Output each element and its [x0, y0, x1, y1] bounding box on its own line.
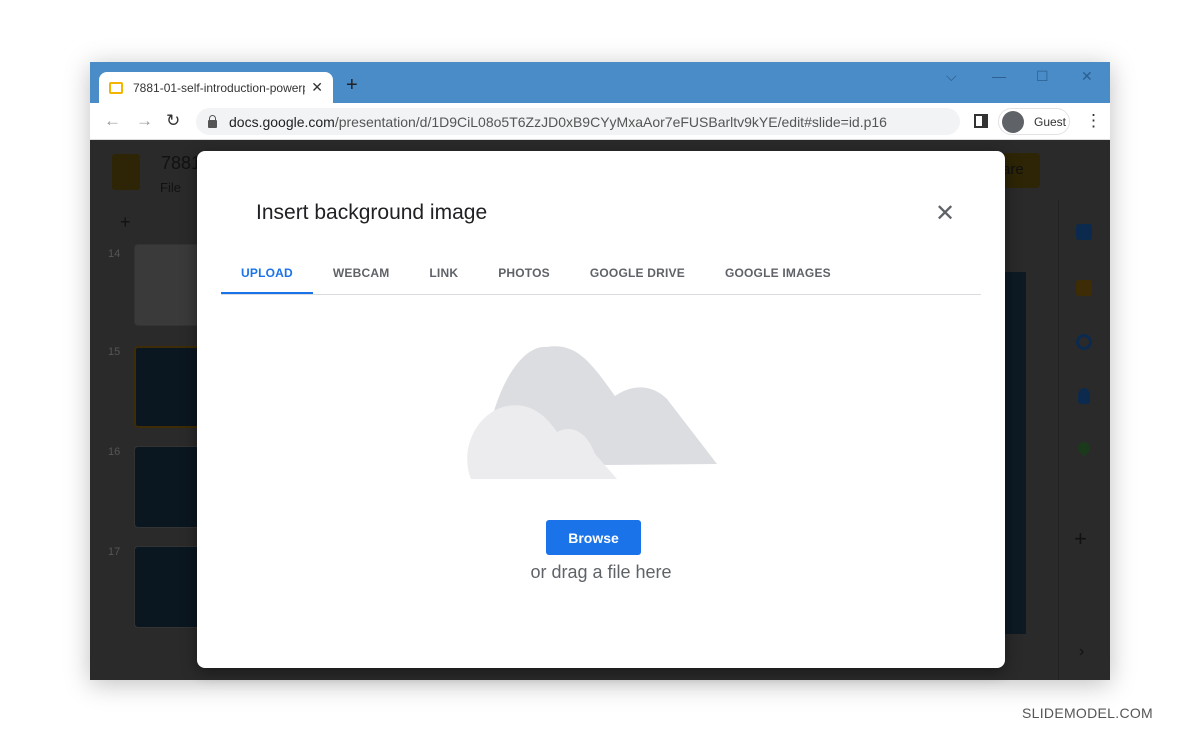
slides-favicon-icon	[109, 81, 123, 94]
slide-thumbnail-selected[interactable]	[134, 346, 204, 428]
tab-upload[interactable]: UPLOAD	[221, 252, 313, 294]
tab-photos[interactable]: PHOTOS	[478, 252, 570, 294]
drag-hint: or drag a file here	[530, 562, 672, 582]
slide-number: 16	[108, 446, 121, 458]
expand-panel-icon[interactable]: ›	[1079, 643, 1084, 661]
add-addon-icon[interactable]: +	[1074, 526, 1087, 552]
close-tab-icon[interactable]: ✕	[311, 79, 323, 96]
contacts-icon[interactable]	[1078, 388, 1090, 404]
doc-title: 7881	[161, 153, 202, 173]
tab-google-images[interactable]: GOOGLE IMAGES	[705, 252, 851, 294]
tasks-icon[interactable]	[1076, 334, 1092, 350]
watermark: SLIDEMODEL.COM	[1022, 705, 1153, 721]
maps-icon[interactable]	[1075, 439, 1093, 457]
minimize-button[interactable]: —	[992, 68, 1006, 84]
tab-search-icon[interactable]: ⌵	[946, 68, 957, 85]
profile-label: Guest	[1034, 114, 1067, 129]
url-domain: docs.google.com	[229, 113, 335, 130]
keep-icon[interactable]	[1076, 280, 1092, 296]
dialog-title: Insert background image	[256, 201, 488, 224]
reload-icon[interactable]: ↻	[166, 111, 180, 131]
tab-webcam[interactable]: WEBCAM	[313, 252, 410, 294]
browser-tab[interactable]: 7881-01-self-introduction-powerpoint ✕	[99, 72, 333, 103]
address-bar[interactable]: docs.google.com/presentation/d/1D9CiL08o…	[196, 108, 960, 135]
menu-file[interactable]: File	[160, 180, 181, 195]
new-slide-icon[interactable]: +	[120, 212, 131, 233]
maximize-button[interactable]: ☐	[1036, 68, 1049, 85]
upload-cloud-icon	[467, 346, 717, 479]
slides-logo-icon	[112, 154, 140, 190]
back-icon[interactable]: ←	[104, 111, 121, 131]
tab-link[interactable]: LINK	[409, 252, 478, 294]
side-panel-icon[interactable]	[974, 114, 988, 128]
dialog-tabs: UPLOAD WEBCAM LINK PHOTOS GOOGLE DRIVE G…	[221, 252, 981, 295]
close-window-button[interactable]: ✕	[1081, 68, 1093, 85]
calendar-icon[interactable]	[1076, 224, 1092, 240]
slide-number: 14	[108, 248, 121, 260]
insert-background-image-dialog: Insert background image ✕ UPLOAD WEBCAM …	[197, 151, 1005, 668]
address-toolbar: ← → ↻ docs.google.com/presentation/d/1D9…	[90, 103, 1110, 140]
new-tab-button[interactable]: +	[346, 74, 358, 97]
tab-title: 7881-01-self-introduction-powerpoint	[133, 80, 305, 95]
close-dialog-icon[interactable]: ✕	[935, 199, 955, 228]
slide-thumbnail[interactable]	[134, 446, 204, 528]
share-button[interactable]: are	[1000, 153, 1040, 188]
slide-thumbnail[interactable]	[134, 244, 204, 326]
avatar-icon	[1002, 110, 1024, 133]
lock-icon	[208, 114, 217, 128]
url-path: /presentation/d/1D9CiL08o5T6ZzJD0xB9CYyM…	[334, 113, 887, 130]
browse-button[interactable]: Browse	[546, 520, 641, 555]
profile-button[interactable]: Guest	[998, 108, 1070, 135]
slide-thumbnail[interactable]	[134, 546, 204, 628]
side-panel: + ›	[1058, 200, 1110, 680]
slide-number: 15	[108, 346, 121, 358]
menu-kebab-icon[interactable]: ⋮	[1085, 111, 1102, 131]
forward-icon[interactable]: →	[136, 111, 153, 131]
tab-strip: 7881-01-self-introduction-powerpoint ✕ +…	[90, 62, 1110, 103]
share-label: are	[1002, 161, 1024, 178]
tab-google-drive[interactable]: GOOGLE DRIVE	[570, 252, 705, 294]
slide-number: 17	[108, 546, 121, 558]
